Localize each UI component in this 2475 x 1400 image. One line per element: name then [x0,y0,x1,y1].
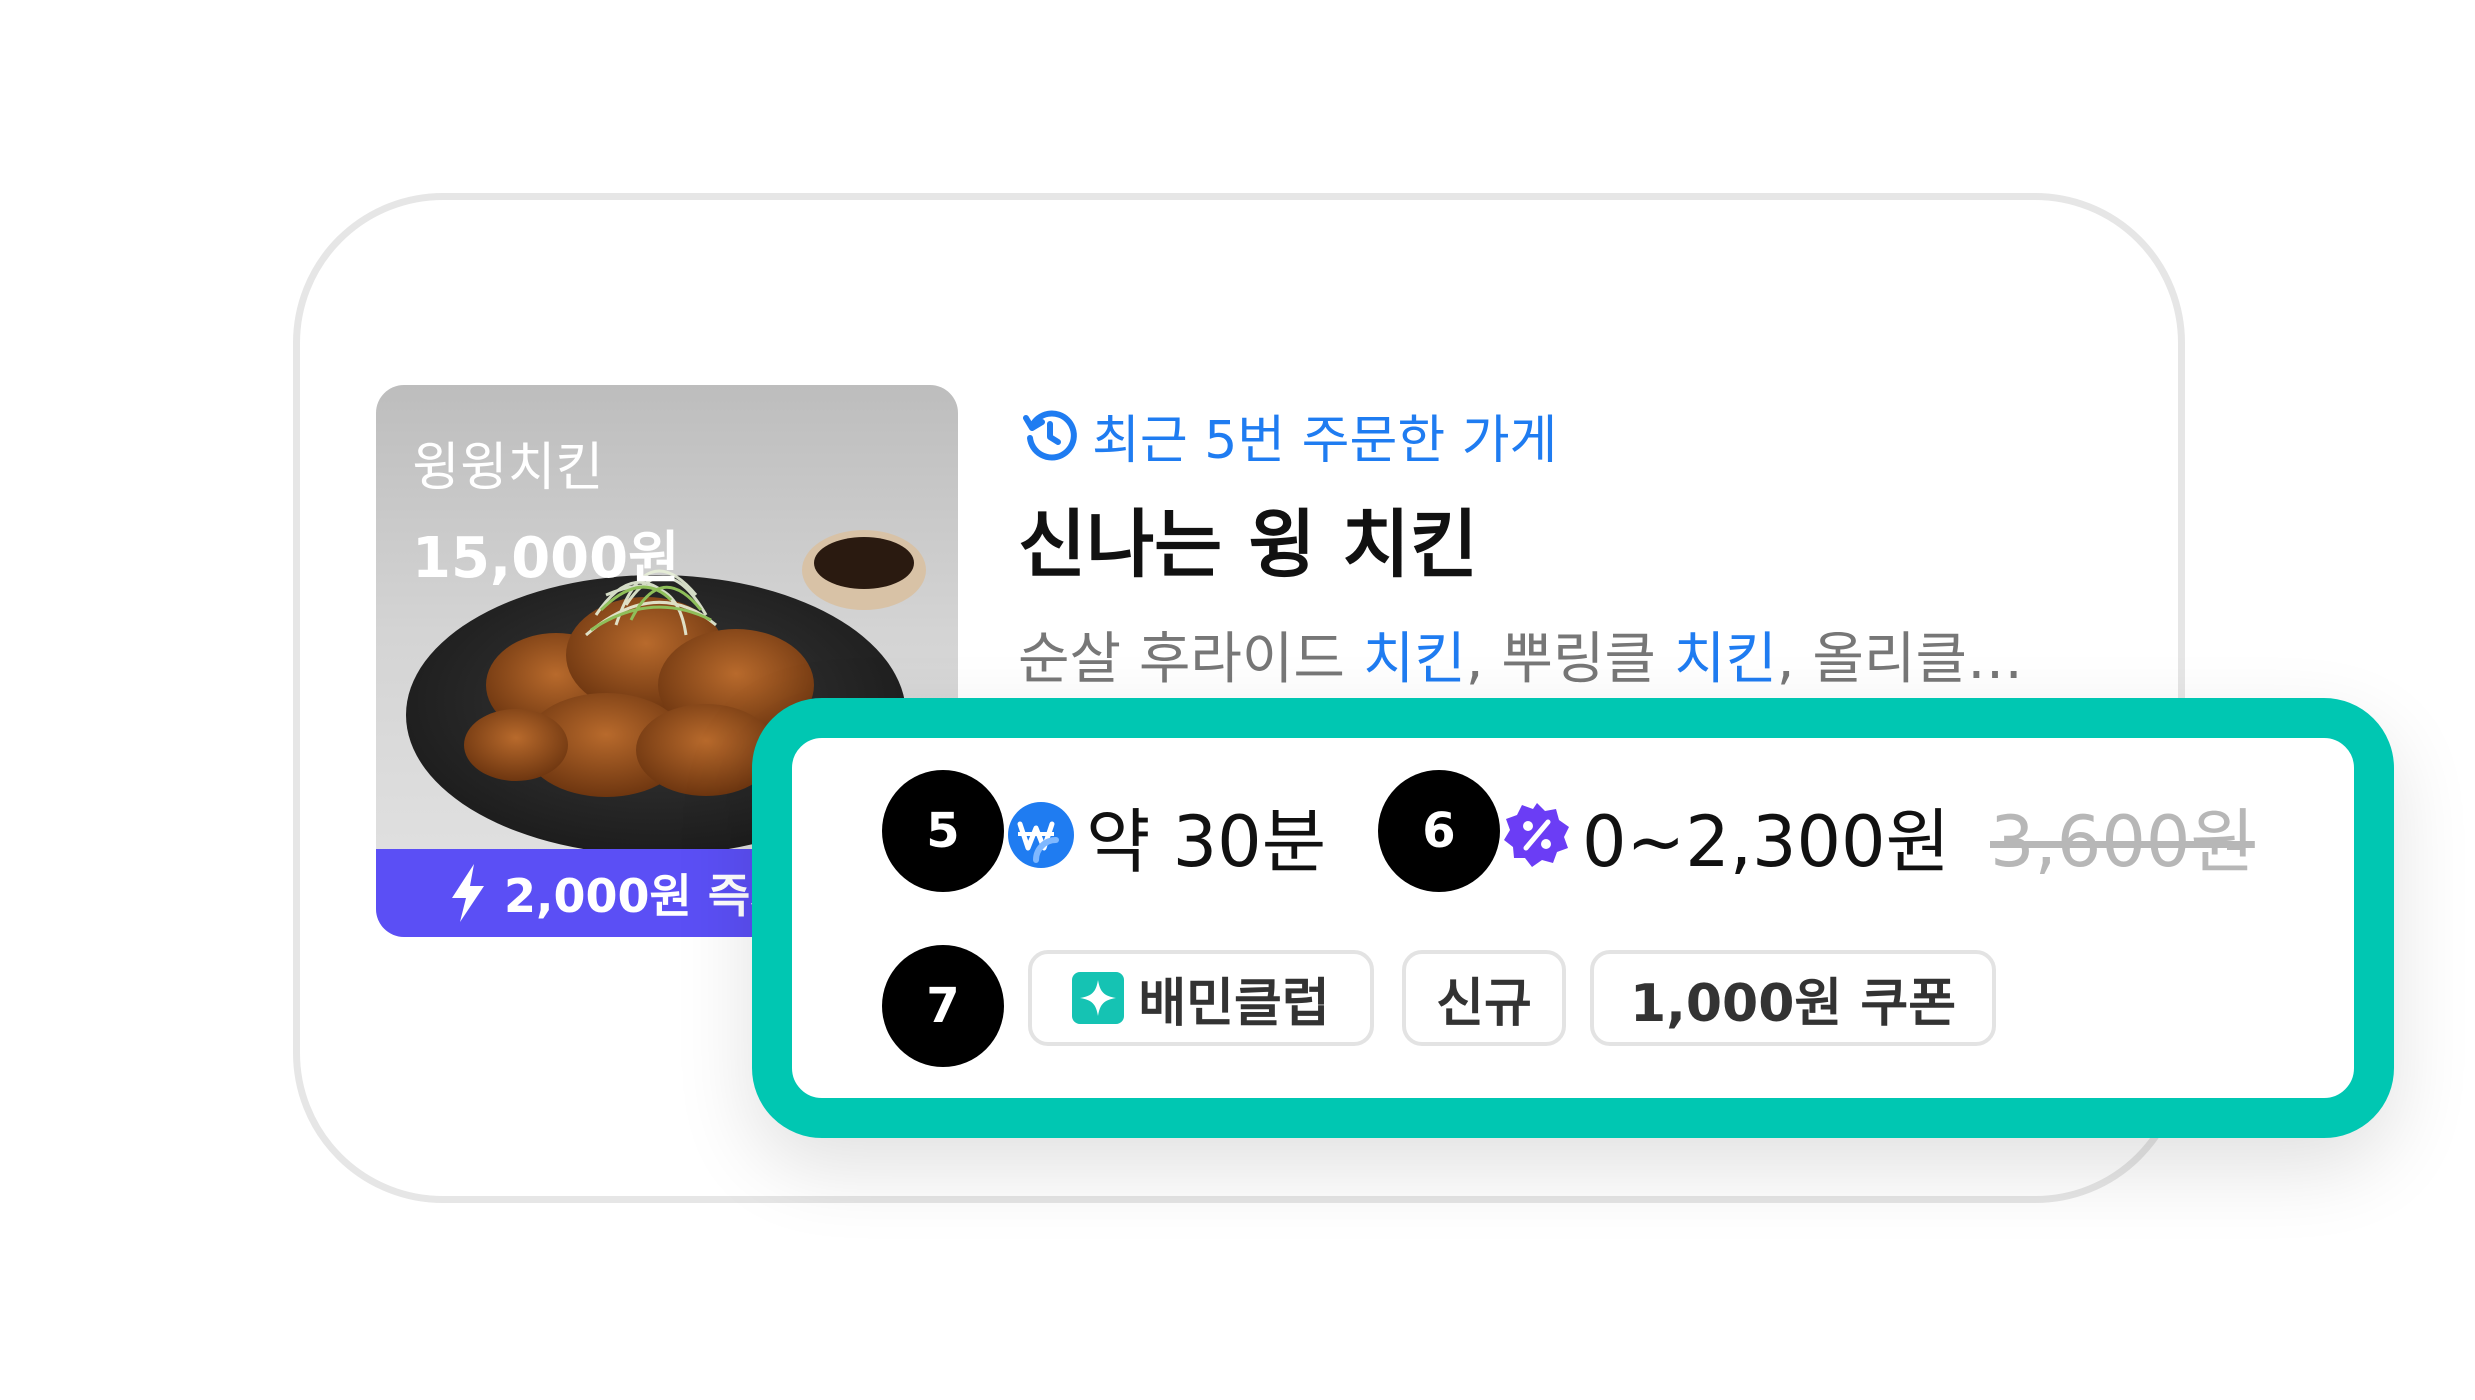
tag-label: 배민클럽 [1138,973,1330,1034]
highlight-box [752,698,2394,1138]
menu-summary-part: , 올리클… [1776,627,2023,692]
original-delivery-fee: 3,600원 [1990,801,2255,883]
marker-6: 6 [1378,770,1500,892]
sparkle-icon [1072,972,1125,1024]
tag-baemin-club: 배민클럽 [1028,950,1374,1046]
won-coin-icon [1006,800,1076,870]
store-name[interactable]: 신나는 윙 치킨 [1018,485,1478,592]
tag-new: 신규 [1402,950,1566,1046]
tag-coupon: 1,000원 쿠폰 [1590,950,1996,1046]
percent-badge-icon [1502,800,1572,870]
menu-summary-part: , 뿌링클 [1465,627,1674,692]
recent-order-text: 최근 5번 주문한 가게 [1092,411,1558,471]
delivery-fee: 0~2,300원 [1582,801,1950,883]
history-clock-icon [1022,408,1078,464]
tag-label: 신규 [1436,973,1532,1034]
marker-7: 7 [882,945,1004,1067]
tag-label: 1,000원 쿠폰 [1629,973,1957,1034]
lightning-icon [448,864,488,922]
menu-summary-highlight: 치킨 [1362,627,1466,692]
menu-summary: 순살 후라이드 치킨, 뿌링클 치킨, 올리클… [1018,614,2023,695]
recent-order-badge: 최근 5번 주문한 가게 [1022,398,1557,473]
thumbnail-menu-price: 15,000원 [412,526,680,591]
menu-summary-highlight: 치킨 [1673,627,1777,692]
marker-5: 5 [882,770,1004,892]
menu-summary-part: 순살 후라이드 [1018,627,1363,692]
delivery-time: 약 30분 [1086,801,1327,883]
thumbnail-menu-name: 윙윙치킨 [412,438,604,498]
